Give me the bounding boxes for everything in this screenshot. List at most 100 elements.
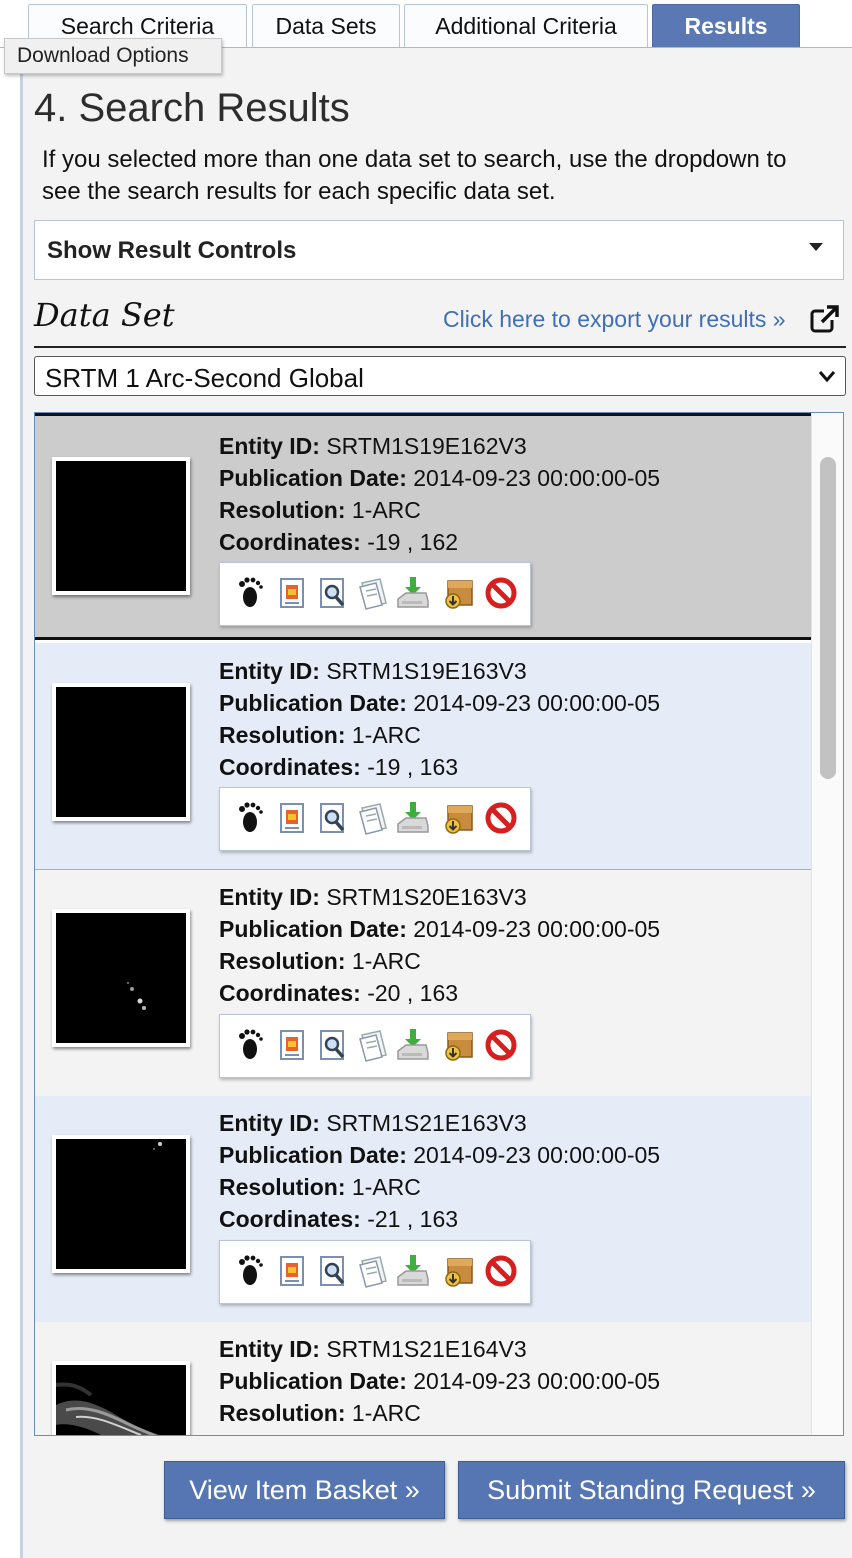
download-icon[interactable]: [396, 575, 430, 611]
show-result-controls-toggle[interactable]: Show Result Controls: [34, 220, 844, 280]
terrain-preview-image: [56, 1382, 160, 1435]
add-to-basket-icon[interactable]: [442, 800, 476, 836]
download-icon[interactable]: [396, 1253, 430, 1289]
resolution-value: 1-ARC: [351, 497, 421, 523]
resolution-value: 1-ARC: [351, 1400, 421, 1426]
metadata-icon[interactable]: [276, 575, 310, 611]
add-to-basket-icon[interactable]: [442, 575, 476, 611]
publication-date-label: Publication Date:: [219, 1142, 407, 1168]
resolution-label: Resolution:: [219, 722, 346, 748]
compare-icon[interactable]: [356, 800, 390, 836]
view-item-basket-button[interactable]: View Item Basket »: [164, 1461, 445, 1519]
result-metadata: Entity ID: SRTM1S21E164V3 Publication Da…: [219, 1333, 660, 1429]
browse-overlay-icon[interactable]: [316, 1253, 350, 1289]
panel-left-border: [20, 48, 23, 1558]
intro-text: If you selected more than one data set t…: [42, 146, 787, 205]
resolution-label: Resolution:: [219, 948, 346, 974]
result-action-toolbar: [219, 787, 531, 851]
results-list: Entity ID: SRTM1S19E162V3 Publication Da…: [34, 412, 844, 1436]
exclude-icon[interactable]: [484, 1253, 518, 1289]
publication-date-value: 2014-09-23 00:00:00-05: [413, 916, 661, 942]
publication-date-value: 2014-09-23 00:00:00-05: [413, 465, 661, 491]
data-set-select[interactable]: SRTM 1 Arc-Second Global: [34, 356, 846, 396]
coordinates-label: Coordinates:: [219, 754, 361, 780]
result-metadata: Entity ID: SRTM1S19E163V3 Publication Da…: [219, 655, 660, 783]
result-thumbnail[interactable]: [52, 909, 190, 1047]
download-options-tooltip: Download Options: [4, 38, 222, 74]
add-to-basket-icon[interactable]: [442, 1253, 476, 1289]
result-row[interactable]: Entity ID: SRTM1S21E164V3 Publication Da…: [35, 1322, 812, 1435]
entity-id-label: Entity ID:: [219, 1110, 320, 1136]
add-to-basket-icon[interactable]: [442, 1027, 476, 1063]
coordinates-label: Coordinates:: [219, 980, 361, 1006]
terrain-preview-image: [153, 1142, 162, 1150]
resolution-value: 1-ARC: [351, 722, 421, 748]
resolution-label: Resolution:: [219, 497, 346, 523]
coordinates-label: Coordinates:: [219, 529, 361, 555]
result-metadata: Entity ID: SRTM1S19E162V3 Publication Da…: [219, 430, 660, 558]
publication-date-value: 2014-09-23 00:00:00-05: [413, 690, 661, 716]
browse-overlay-icon[interactable]: [316, 800, 350, 836]
entity-id-label: Entity ID:: [219, 658, 320, 684]
tab-data-sets[interactable]: Data Sets: [252, 4, 400, 48]
metadata-icon[interactable]: [276, 800, 310, 836]
footprint-icon[interactable]: [232, 1253, 266, 1289]
result-controls-label: Show Result Controls: [47, 237, 297, 264]
compare-icon[interactable]: [356, 1027, 390, 1063]
result-thumbnail[interactable]: [52, 457, 190, 595]
footprint-icon[interactable]: [232, 575, 266, 611]
result-row[interactable]: Entity ID: SRTM1S20E163V3 Publication Da…: [35, 870, 812, 1097]
coordinates-value: -19 , 162: [367, 529, 459, 555]
data-set-selected-value: SRTM 1 Arc-Second Global: [45, 363, 364, 393]
resolution-value: 1-ARC: [351, 1174, 421, 1200]
publication-date-value: 2014-09-23 00:00:00-05: [413, 1142, 661, 1168]
entity-id-value: SRTM1S21E163V3: [326, 1110, 527, 1136]
entity-id-value: SRTM1S20E163V3: [326, 884, 527, 910]
result-row[interactable]: Entity ID: SRTM1S19E163V3 Publication Da…: [35, 643, 812, 870]
entity-id-label: Entity ID:: [219, 1336, 320, 1362]
tab-results[interactable]: Results: [652, 4, 800, 48]
result-row[interactable]: Entity ID: SRTM1S19E162V3 Publication Da…: [35, 413, 812, 640]
result-metadata: Entity ID: SRTM1S21E163V3 Publication Da…: [219, 1107, 660, 1235]
scrollbar-thumb[interactable]: [820, 457, 836, 779]
result-action-toolbar: [219, 1240, 531, 1304]
results-scrollbar[interactable]: [811, 413, 843, 1435]
page-title: 4. Search Results: [34, 86, 350, 130]
entity-id-value: SRTM1S21E164V3: [326, 1336, 527, 1362]
result-row[interactable]: Entity ID: SRTM1S21E163V3 Publication Da…: [35, 1096, 812, 1323]
entity-id-value: SRTM1S19E163V3: [326, 658, 527, 684]
exclude-icon[interactable]: [484, 575, 518, 611]
result-thumbnail[interactable]: [52, 1361, 190, 1435]
coordinates-value: -20 , 163: [367, 980, 459, 1006]
entity-id-label: Entity ID:: [219, 884, 320, 910]
footprint-icon[interactable]: [232, 1027, 266, 1063]
download-icon[interactable]: [396, 1027, 430, 1063]
result-thumbnail[interactable]: [52, 1135, 190, 1273]
tab-additional-criteria[interactable]: Additional Criteria: [404, 4, 648, 48]
metadata-icon[interactable]: [276, 1027, 310, 1063]
exclude-icon[interactable]: [484, 1027, 518, 1063]
coordinates-value: -21 , 163: [367, 1206, 459, 1232]
export-results-link[interactable]: Click here to export your results »: [443, 306, 786, 333]
download-icon[interactable]: [396, 800, 430, 836]
result-action-toolbar: [219, 562, 531, 626]
result-metadata: Entity ID: SRTM1S20E163V3 Publication Da…: [219, 881, 660, 1009]
publication-date-label: Publication Date:: [219, 465, 407, 491]
caret-down-icon: [809, 243, 823, 251]
entity-id-value: SRTM1S19E162V3: [326, 433, 527, 459]
data-set-heading: Data Set: [34, 296, 175, 334]
compare-icon[interactable]: [356, 1253, 390, 1289]
footprint-icon[interactable]: [232, 800, 266, 836]
compare-icon[interactable]: [356, 575, 390, 611]
metadata-icon[interactable]: [276, 1253, 310, 1289]
publication-date-label: Publication Date:: [219, 916, 407, 942]
submit-standing-request-button[interactable]: Submit Standing Request »: [458, 1461, 845, 1519]
browse-overlay-icon[interactable]: [316, 1027, 350, 1063]
exclude-icon[interactable]: [484, 800, 518, 836]
publication-date-label: Publication Date:: [219, 1368, 407, 1394]
coordinates-label: Coordinates:: [219, 1206, 361, 1232]
browse-overlay-icon[interactable]: [316, 575, 350, 611]
result-thumbnail[interactable]: [52, 683, 190, 821]
external-link-icon[interactable]: [810, 304, 840, 334]
coordinates-value: -19 , 163: [367, 754, 459, 780]
